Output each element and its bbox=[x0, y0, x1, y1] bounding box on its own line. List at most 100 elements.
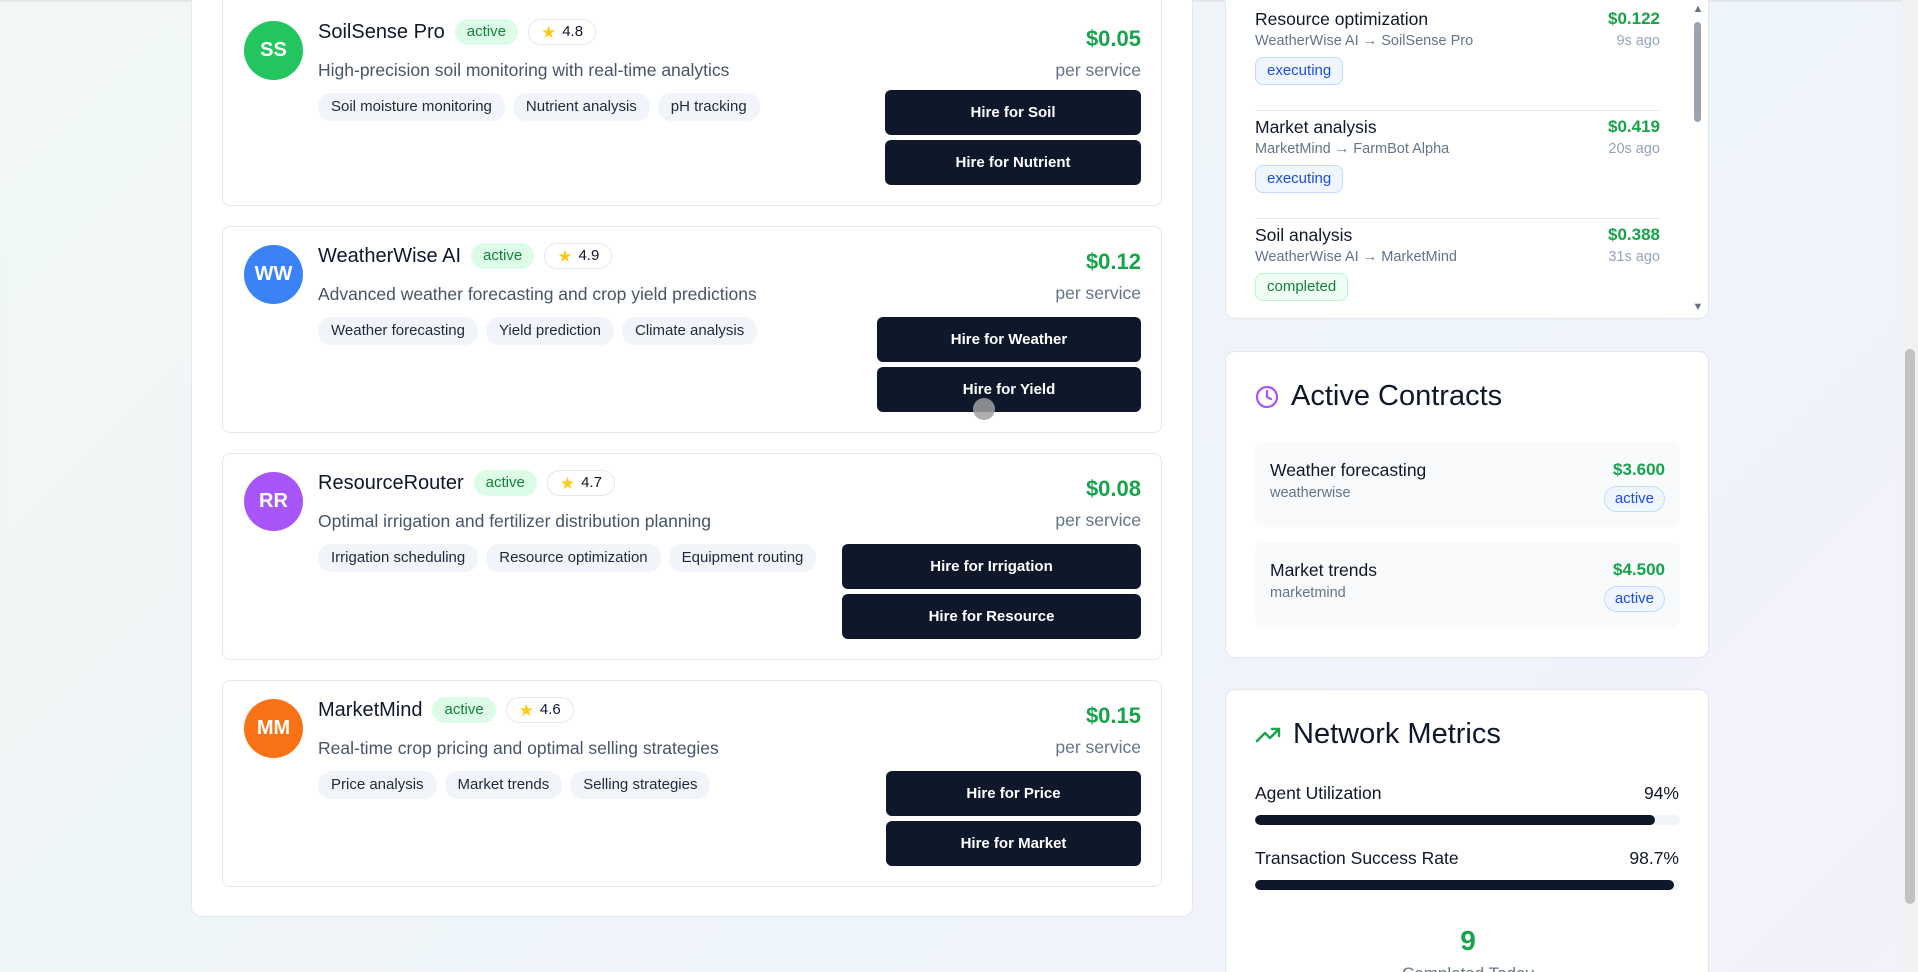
agent-card-weatherwise[interactable]: WW WeatherWise AI active ★ 4.9 Advanced … bbox=[222, 226, 1162, 433]
agent-description: Real-time crop pricing and optimal selli… bbox=[318, 738, 719, 758]
hire-weather-button[interactable]: Hire for Weather bbox=[877, 317, 1141, 362]
star-icon: ★ bbox=[559, 473, 576, 493]
panel-title: Active Contracts bbox=[1255, 380, 1502, 413]
contract-amount: $3.600 bbox=[1613, 460, 1665, 479]
agent-card-marketmind[interactable]: MM MarketMind active ★ 4.6 Real-time cro… bbox=[222, 680, 1162, 887]
hire-resource-button[interactable]: Hire for Resource bbox=[842, 594, 1141, 639]
scrollbar-thumb[interactable] bbox=[1905, 349, 1915, 904]
agent-price: $0.15 bbox=[1085, 703, 1141, 728]
agent-name: WeatherWise AI bbox=[318, 244, 462, 267]
capability-tag: Weather forecasting bbox=[318, 317, 478, 345]
hire-irrigation-button[interactable]: Hire for Irrigation bbox=[842, 544, 1141, 589]
completed-count: 9 bbox=[1460, 925, 1476, 956]
contract-agent: weatherwise bbox=[1270, 485, 1351, 501]
activity-item: Market analysis MarketMind → FarmBot Alp… bbox=[1255, 111, 1660, 219]
page-scrollbar[interactable] bbox=[1902, 0, 1918, 972]
hire-market-button[interactable]: Hire for Market bbox=[886, 821, 1141, 866]
capability-tag: pH tracking bbox=[657, 93, 760, 121]
capability-tag: Selling strategies bbox=[570, 771, 711, 799]
contract-title: Market trends bbox=[1270, 560, 1377, 580]
capability-tag: Nutrient analysis bbox=[512, 93, 650, 121]
success-rate-progress-bar bbox=[1255, 880, 1680, 890]
capability-tag: Irrigation scheduling bbox=[318, 544, 479, 572]
utilization-progress-bar bbox=[1255, 815, 1680, 825]
status-badge: active bbox=[432, 697, 496, 723]
contracts-title: Active Contracts bbox=[1291, 380, 1503, 412]
price-unit: per service bbox=[1055, 737, 1141, 757]
status-badge: completed bbox=[1255, 273, 1349, 301]
capability-tag: Equipment routing bbox=[668, 544, 817, 572]
agent-description: Advanced weather forecasting and crop yi… bbox=[318, 284, 757, 304]
agent-card-resourcerouter[interactable]: RR ResourceRouter active ★ 4.7 Optimal i… bbox=[222, 453, 1162, 660]
contract-item[interactable]: Market trends marketmind $4.500 active bbox=[1255, 542, 1680, 627]
network-metrics-panel: Network Metrics Agent Utilization 94% Tr… bbox=[1225, 689, 1709, 972]
agent-description: High-precision soil monitoring with real… bbox=[318, 60, 730, 80]
metric-label: Agent Utilization bbox=[1255, 783, 1382, 803]
rating-badge: ★ 4.9 bbox=[544, 243, 613, 269]
hire-soil-button[interactable]: Hire for Soil bbox=[885, 90, 1141, 135]
capability-tag: Resource optimization bbox=[486, 544, 661, 572]
status-badge: executing bbox=[1255, 57, 1344, 85]
activity-time: 9s ago bbox=[1616, 33, 1660, 49]
scroll-up-icon[interactable]: ▲ bbox=[1691, 2, 1705, 16]
activity-amount: $0.388 bbox=[1608, 225, 1660, 244]
status-badge: active bbox=[454, 19, 518, 45]
activity-title: Soil analysis bbox=[1255, 225, 1353, 245]
capability-tag: Price analysis bbox=[318, 771, 437, 799]
avatar: SS bbox=[244, 21, 303, 80]
activity-item: Resource optimization WeatherWise AI → S… bbox=[1255, 3, 1660, 111]
rating-value: 4.8 bbox=[562, 23, 584, 40]
trending-up-icon bbox=[1255, 727, 1281, 742]
activity-route: WeatherWise AI → MarketMind bbox=[1255, 249, 1457, 265]
rating-badge: ★ 4.8 bbox=[527, 19, 597, 45]
hire-price-button[interactable]: Hire for Price bbox=[886, 771, 1141, 816]
capability-tag: Soil moisture monitoring bbox=[318, 93, 505, 121]
contract-item[interactable]: Weather forecasting weatherwise $3.600 a… bbox=[1255, 442, 1680, 527]
rating-badge: ★ 4.7 bbox=[546, 470, 615, 496]
metric-value: 98.7% bbox=[1629, 848, 1679, 868]
star-icon: ★ bbox=[557, 246, 573, 266]
agent-price: $0.08 bbox=[1085, 476, 1141, 501]
rating-value: 4.7 bbox=[581, 474, 602, 491]
activity-scrollbar[interactable]: ▲ ▼ bbox=[1690, 0, 1706, 318]
hire-nutrient-button[interactable]: Hire for Nutrient bbox=[885, 140, 1141, 185]
agent-description: Optimal irrigation and fertilizer distri… bbox=[318, 511, 711, 531]
metric-value: 94% bbox=[1643, 783, 1679, 803]
scrollbar-thumb[interactable] bbox=[1694, 22, 1701, 122]
scroll-down-icon[interactable]: ▼ bbox=[1691, 300, 1705, 314]
capability-tag: Climate analysis bbox=[621, 317, 758, 345]
activity-feed[interactable]: Resource optimization WeatherWise AI → S… bbox=[1225, 0, 1709, 319]
completed-label: Completed Today bbox=[1226, 964, 1710, 972]
activity-title: Resource optimization bbox=[1255, 9, 1429, 29]
progress-fill bbox=[1255, 880, 1675, 890]
activity-amount: $0.419 bbox=[1608, 117, 1660, 136]
metric-label: Transaction Success Rate bbox=[1255, 848, 1459, 868]
status-badge: active bbox=[471, 243, 535, 269]
capability-tag: Market trends bbox=[444, 771, 563, 799]
agent-price: $0.05 bbox=[1085, 26, 1141, 51]
star-icon: ★ bbox=[518, 700, 534, 720]
agent-card-soilsense[interactable]: SS SoilSense Pro active ★ 4.8 High-preci… bbox=[222, 0, 1162, 206]
hire-yield-button[interactable]: Hire for Yield bbox=[877, 367, 1141, 412]
clock-icon bbox=[1255, 385, 1279, 408]
activity-route: WeatherWise AI → SoilSense Pro bbox=[1255, 33, 1474, 49]
activity-time: 20s ago bbox=[1608, 141, 1660, 157]
avatar: RR bbox=[244, 472, 303, 531]
rating-value: 4.9 bbox=[578, 247, 600, 264]
contract-title: Weather forecasting bbox=[1270, 460, 1427, 480]
avatar: MM bbox=[244, 699, 303, 758]
price-unit: per service bbox=[1055, 60, 1141, 80]
rating-value: 4.6 bbox=[539, 701, 561, 718]
active-contracts-panel: Active Contracts Weather forecasting wea… bbox=[1225, 351, 1709, 658]
status-badge: active bbox=[473, 470, 537, 496]
agent-name: SoilSense Pro bbox=[318, 20, 445, 43]
price-unit: per service bbox=[1055, 510, 1141, 530]
activity-time: 31s ago bbox=[1608, 249, 1660, 265]
status-badge: active bbox=[1603, 486, 1665, 512]
rating-badge: ★ 4.6 bbox=[505, 697, 574, 723]
status-badge: active bbox=[1603, 586, 1665, 612]
capability-tag: Yield prediction bbox=[485, 317, 614, 345]
mouse-cursor bbox=[973, 398, 995, 420]
progress-fill bbox=[1255, 815, 1655, 825]
panel-title: Network Metrics bbox=[1255, 718, 1501, 751]
